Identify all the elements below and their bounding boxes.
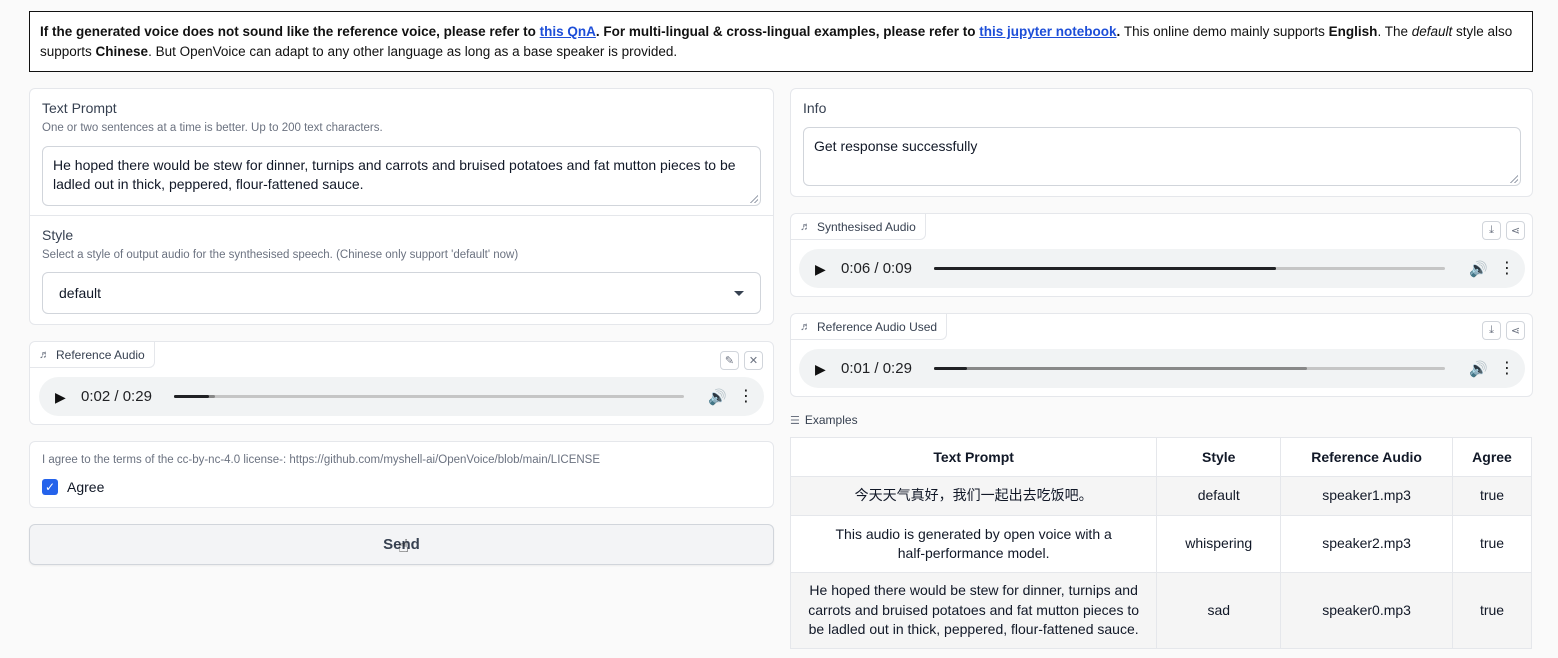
notice-english: English xyxy=(1328,24,1378,39)
synthesised-audio-panel: ♬ Synthesised Audio ⤓ ⋖ ▶ 0:06 / 0:09 🔊 … xyxy=(790,213,1533,297)
chevron-down-icon xyxy=(734,290,744,296)
synthesised-audio-time: 0:06 / 0:09 xyxy=(841,260,912,277)
qna-link[interactable]: this QnA xyxy=(540,24,596,39)
example-audio: speaker1.mp3 xyxy=(1280,476,1454,516)
reference-audio-used-tag: ♬ Reference Audio Used xyxy=(791,314,948,340)
reference-audio-used-label: Reference Audio Used xyxy=(817,319,938,334)
example-text: He hoped there would be stew for dinner,… xyxy=(789,572,1158,649)
notice-text-1: If the generated voice does not sound li… xyxy=(40,24,540,39)
synthesised-audio-player[interactable]: ▶ 0:06 / 0:09 🔊 ⋮ xyxy=(799,249,1525,288)
jupyter-notebook-link[interactable]: this jupyter notebook xyxy=(979,24,1116,39)
examples-header: ☰ Examples xyxy=(790,413,858,427)
download-icon[interactable]: ⤓ xyxy=(1482,321,1501,340)
text-prompt-label: Text Prompt xyxy=(42,100,117,116)
reference-audio-time: 0:02 / 0:29 xyxy=(81,388,152,405)
examples-table: Text Prompt Style Reference Audio Agree … xyxy=(789,437,1532,649)
table-row[interactable]: He hoped there would be stew for dinner,… xyxy=(789,572,1532,649)
synthesised-audio-label: Synthesised Audio xyxy=(817,219,916,234)
text-style-panel: Text Prompt One or two sentences at a ti… xyxy=(29,88,774,325)
more-vertical-icon[interactable]: ⋮ xyxy=(1499,360,1515,377)
hand-cursor-icon: ☝ xyxy=(398,536,409,556)
table-row[interactable]: This audio is generated by open voice wi… xyxy=(789,515,1532,573)
synthesised-audio-progress xyxy=(933,267,1277,270)
example-agree: true xyxy=(1452,476,1532,516)
reference-audio-seekbar[interactable] xyxy=(173,395,684,398)
resize-handle[interactable] xyxy=(1510,175,1518,183)
style-selected-value: default xyxy=(59,285,102,301)
example-audio: speaker0.mp3 xyxy=(1280,572,1454,649)
license-label: I agree to the terms of the cc-by-nc-4.0… xyxy=(42,454,601,466)
notice-text-5: . The xyxy=(1377,24,1412,39)
info-output[interactable]: Get response successfully xyxy=(803,127,1521,186)
style-label: Style xyxy=(42,227,74,243)
resize-handle[interactable] xyxy=(750,195,758,203)
reference-audio-used-progress xyxy=(933,367,968,370)
reference-audio-player[interactable]: ▶ 0:02 / 0:29 🔊 ⋮ xyxy=(39,377,764,416)
example-style: whispering xyxy=(1156,515,1282,573)
style-sublabel: Select a style of output audio for the s… xyxy=(42,249,519,261)
download-icon[interactable]: ⤓ xyxy=(1482,221,1501,240)
example-style: sad xyxy=(1156,572,1282,649)
share-icon[interactable]: ⋖ xyxy=(1506,321,1525,340)
header-text-prompt: Text Prompt xyxy=(789,437,1158,477)
reference-audio-used-time: 0:01 / 0:29 xyxy=(841,360,912,377)
share-icon[interactable]: ⋖ xyxy=(1506,221,1525,240)
play-icon[interactable]: ▶ xyxy=(55,389,69,405)
notice-text-2: . For multi-lingual & cross-lingual exam… xyxy=(595,24,980,39)
volume-icon[interactable]: 🔊 xyxy=(1469,260,1488,278)
music-note-icon: ♬ xyxy=(39,348,50,361)
reference-audio-used-player[interactable]: ▶ 0:01 / 0:29 🔊 ⋮ xyxy=(799,349,1525,388)
notice-default: default xyxy=(1411,24,1453,39)
example-audio: speaker2.mp3 xyxy=(1280,515,1454,573)
list-icon: ☰ xyxy=(790,414,800,427)
text-prompt-value: He hoped there would be stew for dinner,… xyxy=(53,157,736,192)
notice-chinese: Chinese xyxy=(95,44,149,59)
agree-checkbox-row[interactable]: ✓ Agree xyxy=(42,479,104,495)
agree-panel: I agree to the terms of the cc-by-nc-4.0… xyxy=(29,441,774,508)
example-agree: true xyxy=(1452,572,1532,649)
reference-audio-progress xyxy=(173,395,210,398)
synthesised-audio-tag: ♬ Synthesised Audio xyxy=(791,214,926,240)
music-note-icon: ♬ xyxy=(800,220,811,233)
info-label: Info xyxy=(803,100,827,116)
reference-audio-used-seekbar[interactable] xyxy=(933,367,1445,370)
table-row[interactable]: 今天天气真好，我们一起出去吃饭吧。 default speaker1.mp3 t… xyxy=(789,476,1532,516)
style-dropdown[interactable]: default xyxy=(42,272,761,314)
header-reference-audio: Reference Audio xyxy=(1280,437,1454,477)
reference-audio-used-buffer xyxy=(933,367,1307,370)
music-note-icon: ♬ xyxy=(800,320,811,333)
reference-audio-label: Reference Audio xyxy=(56,347,145,362)
reference-audio-panel: ♬ Reference Audio ✎ ✕ ▶ 0:02 / 0:29 🔊 ⋮ xyxy=(29,341,774,425)
example-style: default xyxy=(1156,476,1282,516)
notice-text-4: This online demo mainly supports xyxy=(1120,24,1329,39)
example-agree: true xyxy=(1452,515,1532,573)
more-vertical-icon[interactable]: ⋮ xyxy=(738,388,754,405)
reference-audio-used-panel: ♬ Reference Audio Used ⤓ ⋖ ▶ 0:01 / 0:29… xyxy=(790,313,1533,397)
play-icon[interactable]: ▶ xyxy=(815,361,829,377)
notice-banner: If the generated voice does not sound li… xyxy=(29,11,1533,72)
more-vertical-icon[interactable]: ⋮ xyxy=(1499,260,1515,277)
notice-text-7: . But OpenVoice can adapt to any other l… xyxy=(148,44,678,59)
synthesised-audio-seekbar[interactable] xyxy=(933,267,1445,270)
divider xyxy=(30,215,773,216)
volume-icon[interactable]: 🔊 xyxy=(1469,360,1488,378)
close-icon[interactable]: ✕ xyxy=(744,351,763,370)
header-style: Style xyxy=(1156,437,1282,477)
play-icon[interactable]: ▶ xyxy=(815,261,829,277)
info-value: Get response successfully xyxy=(814,138,978,154)
examples-header-row: Text Prompt Style Reference Audio Agree xyxy=(789,437,1532,477)
text-prompt-input[interactable]: He hoped there would be stew for dinner,… xyxy=(42,146,761,206)
info-panel: Info Get response successfully xyxy=(790,88,1533,197)
text-prompt-sublabel: One or two sentences at a time is better… xyxy=(42,122,383,134)
pencil-icon[interactable]: ✎ xyxy=(720,351,739,370)
example-text: This audio is generated by open voice wi… xyxy=(789,515,1158,573)
agree-checkbox[interactable]: ✓ xyxy=(42,479,58,495)
volume-icon[interactable]: 🔊 xyxy=(708,388,727,406)
examples-label: Examples xyxy=(804,413,858,427)
agree-checkbox-label: Agree xyxy=(67,479,105,495)
example-text: 今天天气真好，我们一起出去吃饭吧。 xyxy=(789,476,1158,516)
header-agree: Agree xyxy=(1452,437,1532,477)
reference-audio-tag: ♬ Reference Audio xyxy=(30,342,155,368)
